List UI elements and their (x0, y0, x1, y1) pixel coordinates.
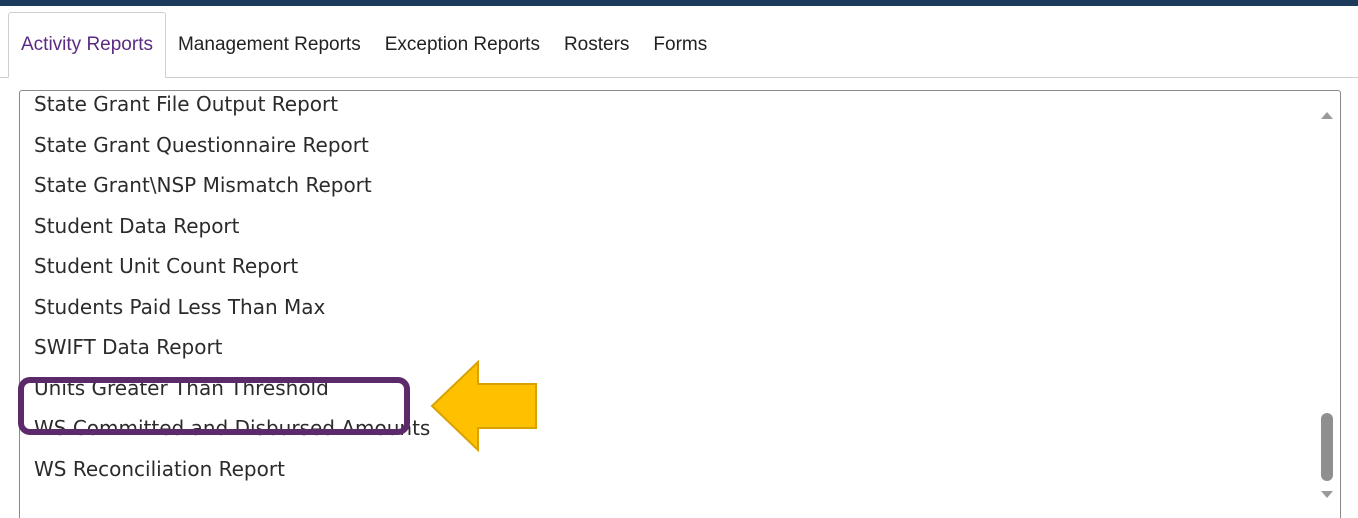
tab-rosters[interactable]: Rosters (552, 12, 641, 78)
tab-management-reports[interactable]: Management Reports (166, 12, 373, 78)
list-item-state-grant-questionnaire-report[interactable]: State Grant Questionnaire Report (20, 125, 430, 166)
tab-bar-divider (0, 77, 1358, 78)
tab-activity-reports[interactable]: Activity Reports (8, 12, 166, 78)
top-accent-bar (0, 0, 1358, 6)
chevron-up-icon[interactable] (1321, 112, 1333, 119)
list-item-ws-reconciliation-report[interactable]: WS Reconciliation Report (20, 449, 430, 490)
listbox-scrollbar[interactable] (1316, 91, 1340, 518)
tab-forms[interactable]: Forms (641, 12, 719, 78)
list-item-student-unit-count-report[interactable]: Student Unit Count Report (20, 246, 430, 287)
report-list: State Grant File Output Report State Gra… (20, 91, 430, 490)
tab-exception-reports[interactable]: Exception Reports (373, 12, 552, 78)
report-listbox[interactable]: State Grant File Output Report State Gra… (19, 90, 1341, 518)
report-tabs: Activity Reports Management Reports Exce… (8, 12, 719, 78)
list-item-student-data-report[interactable]: Student Data Report (20, 206, 430, 247)
report-page: Activity Reports Management Reports Exce… (0, 0, 1358, 518)
scrollbar-thumb[interactable] (1321, 413, 1333, 481)
list-item-state-grant-nsp-mismatch-report[interactable]: State Grant\NSP Mismatch Report (20, 165, 430, 206)
chevron-down-icon[interactable] (1321, 491, 1333, 498)
list-item-units-greater-than-threshold[interactable]: Units Greater Than Threshold (20, 368, 430, 409)
list-item-ws-committed-and-disbursed-amounts[interactable]: WS Committed and Disbursed Amounts (20, 408, 430, 449)
list-item-state-grant-file-output-report[interactable]: State Grant File Output Report (20, 91, 430, 125)
list-item-students-paid-less-than-max[interactable]: Students Paid Less Than Max (20, 287, 430, 328)
list-item-swift-data-report[interactable]: SWIFT Data Report (20, 327, 430, 368)
